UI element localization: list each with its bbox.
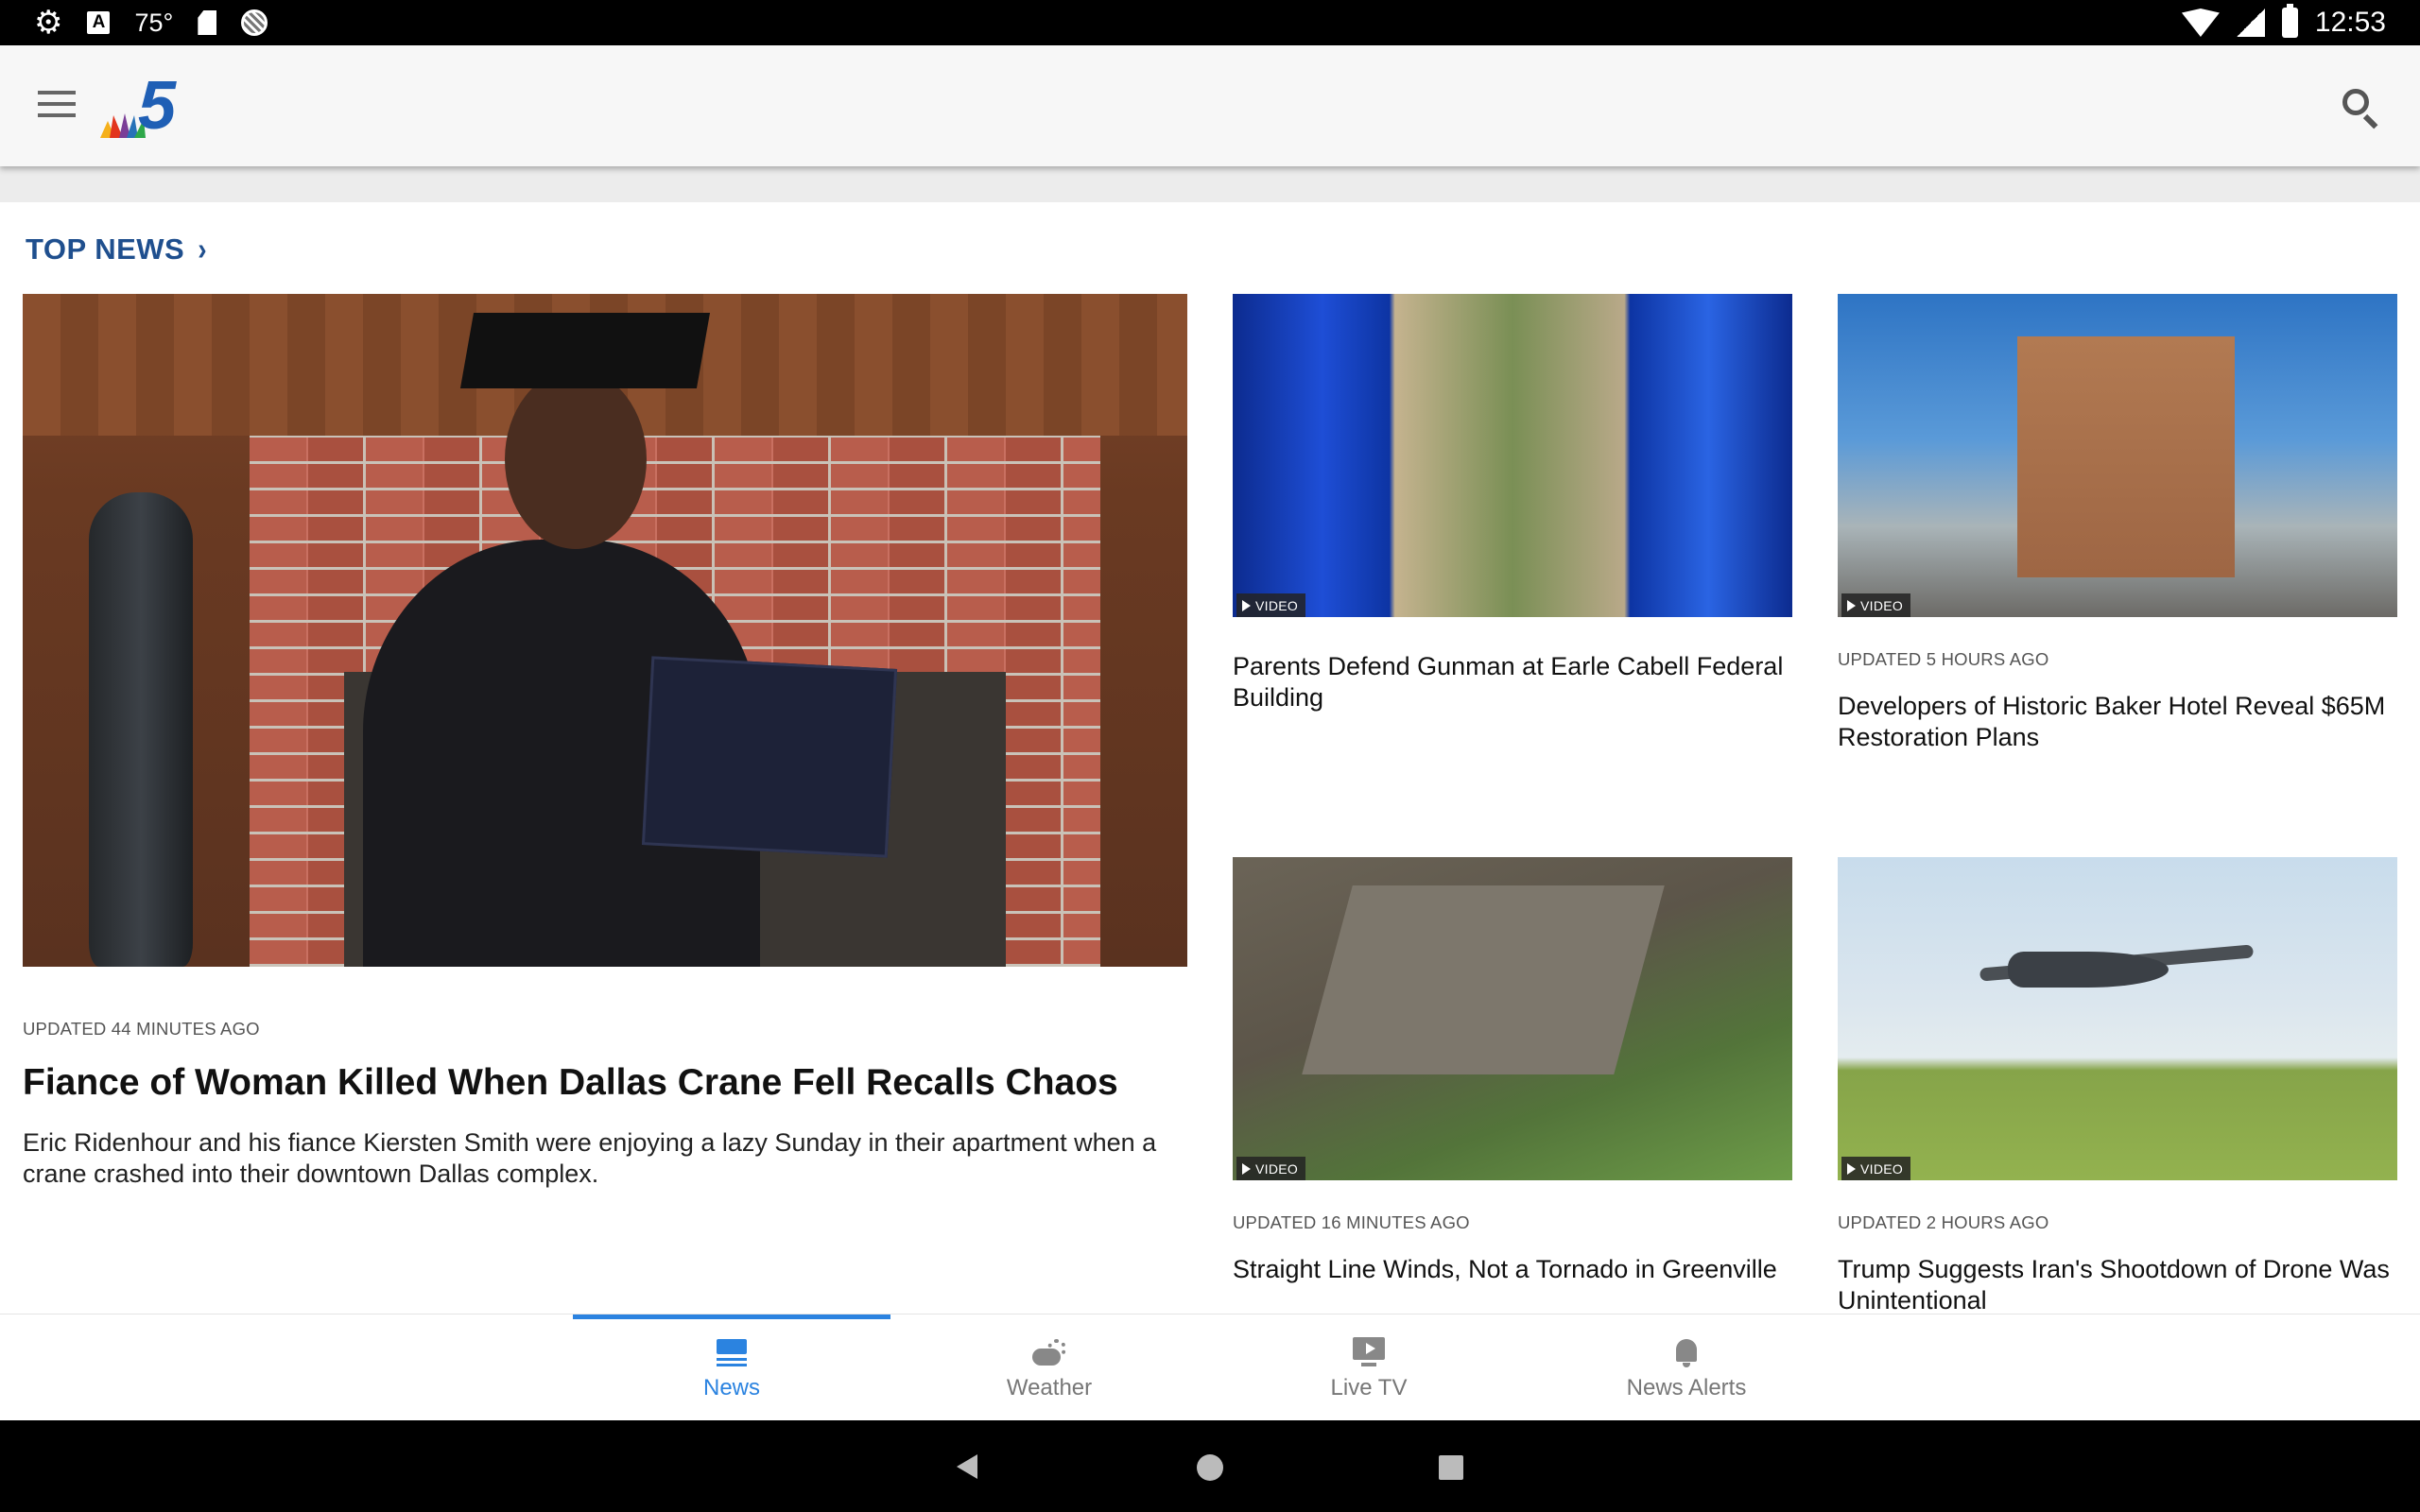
- nav-item-label: News Alerts: [1626, 1374, 1747, 1400]
- lead-story-meta: UPDATED 44 MINUTES AGO: [23, 1019, 260, 1039]
- status-bar-left: ⚙ A 75°: [34, 0, 268, 45]
- lead-story-summary[interactable]: Eric Ridenhour and his fiance Kiersten S…: [23, 1127, 1187, 1190]
- news-icon: [715, 1335, 749, 1369]
- nav-item-label: Weather: [1006, 1374, 1093, 1400]
- system-navigation-bar: [0, 1420, 2420, 1512]
- recent-apps-icon[interactable]: [1439, 1455, 1463, 1480]
- back-icon[interactable]: [957, 1454, 977, 1479]
- gear-icon: ⚙: [34, 5, 63, 41]
- image-graduation-cap: [459, 313, 711, 388]
- image-hotel-building: [2017, 336, 2235, 577]
- bell-icon: [1669, 1335, 1703, 1369]
- status-bar-right: 12:53: [2181, 0, 2386, 45]
- story-3-headline[interactable]: Developers of Historic Baker Hotel Revea…: [1838, 691, 2397, 753]
- video-badge: VIDEO: [1236, 593, 1306, 617]
- home-icon[interactable]: [1197, 1454, 1223, 1481]
- video-badge-label: VIDEO: [1255, 1160, 1299, 1177]
- play-icon: [1242, 1162, 1251, 1175]
- live-tv-icon: [1352, 1335, 1386, 1369]
- sd-card-icon: [198, 10, 217, 35]
- battery-icon: [2281, 4, 2298, 38]
- story-2-image[interactable]: VIDEO: [1233, 294, 1792, 617]
- nav-item-label: Live TV: [1330, 1374, 1408, 1400]
- video-badge-label: VIDEO: [1860, 1160, 1904, 1177]
- a-badge-icon: A: [87, 11, 111, 34]
- circle-icon: [241, 9, 268, 36]
- status-bar: ⚙ A 75° 12:53: [0, 0, 2420, 45]
- story-3-image[interactable]: VIDEO: [1838, 294, 2397, 617]
- chevron-right-icon: ›: [198, 231, 208, 266]
- nav-item-news[interactable]: News: [573, 1314, 890, 1421]
- video-badge: VIDEO: [1841, 1157, 1911, 1180]
- nav-item-weather[interactable]: Weather: [890, 1314, 1208, 1421]
- nav-item-label: News: [702, 1374, 760, 1400]
- story-5-image[interactable]: VIDEO: [1838, 857, 2397, 1180]
- image-face: [505, 369, 647, 549]
- section-title-top-news[interactable]: TOP NEWS ›: [26, 232, 207, 266]
- story-5-headline[interactable]: Trump Suggests Iran's Shootdown of Drone…: [1838, 1254, 2397, 1316]
- video-badge: VIDEO: [1236, 1157, 1306, 1180]
- nav-item-news-alerts[interactable]: News Alerts: [1528, 1314, 1845, 1421]
- story-3-meta: UPDATED 5 HOURS AGO: [1838, 649, 2049, 669]
- play-icon: [1847, 599, 1856, 611]
- image-vase: [89, 492, 193, 967]
- search-icon[interactable]: [2341, 87, 2382, 129]
- video-badge-label: VIDEO: [1860, 597, 1904, 613]
- clock: 12:53: [2314, 7, 2386, 38]
- image-drone-body: [2008, 952, 2169, 988]
- video-badge: VIDEO: [1841, 593, 1911, 617]
- app-bar-subbar: [0, 166, 2420, 202]
- lead-story-image[interactable]: [23, 294, 1187, 967]
- temperature-text: 75°: [134, 8, 174, 37]
- wifi-icon: [2181, 9, 2220, 37]
- story-5-meta: UPDATED 2 HOURS AGO: [1838, 1212, 2049, 1232]
- weather-icon: [1032, 1335, 1066, 1369]
- nav-item-live-tv[interactable]: Live TV: [1210, 1314, 1528, 1421]
- play-icon: [1242, 599, 1251, 611]
- image-damaged-roof: [1302, 885, 1665, 1074]
- logo-number: 5: [138, 72, 177, 140]
- menu-icon[interactable]: [38, 91, 76, 121]
- video-badge-label: VIDEO: [1255, 597, 1299, 613]
- story-4-headline[interactable]: Straight Line Winds, Not a Tornado in Gr…: [1233, 1254, 1792, 1285]
- story-4-image[interactable]: VIDEO: [1233, 857, 1792, 1180]
- play-icon: [1847, 1162, 1856, 1175]
- section-title-text: TOP NEWS: [26, 232, 185, 266]
- bottom-navigation: News Weather Live TV News Alerts: [0, 1314, 2420, 1420]
- story-2-headline[interactable]: Parents Defend Gunman at Earle Cabell Fe…: [1233, 651, 1792, 713]
- app-bar: 5: [0, 45, 2420, 166]
- lead-story-headline[interactable]: Fiance of Woman Killed When Dallas Crane…: [23, 1060, 1187, 1106]
- nbc-logo-icon[interactable]: 5: [98, 68, 193, 144]
- image-diploma: [641, 656, 898, 858]
- signal-icon: [2236, 9, 2265, 37]
- story-4-meta: UPDATED 16 MINUTES AGO: [1233, 1212, 1470, 1232]
- nbc-peacock-logo: 5: [100, 68, 177, 144]
